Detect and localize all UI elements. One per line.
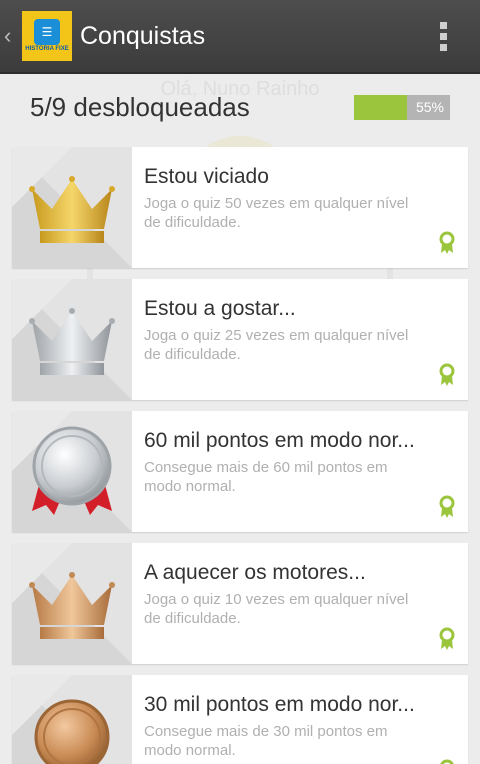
back-chevron-icon[interactable]: ‹ [4,25,22,47]
app-logo[interactable]: ☰ HISTÓRIA FIXE [22,11,72,61]
award-ribbon-icon [439,231,455,254]
bronze-crown-icon [29,572,115,639]
achievement-title: 60 mil pontos em modo nor... [144,429,415,452]
achievement-thumbnail [12,147,132,268]
achievement-thumbnail [12,279,132,400]
award-ribbon-icon [439,627,455,650]
silver-crown-icon [29,308,115,375]
list-item[interactable]: 30 mil pontos em modo nor... Consegue ma… [12,675,468,764]
achievement-thumbnail [12,675,132,764]
bronze-medal-icon [34,699,110,764]
award-ribbon-icon [439,495,455,518]
achievement-title: 30 mil pontos em modo nor... [144,693,415,716]
list-item[interactable]: 60 mil pontos em modo nor... Consegue ma… [12,411,468,532]
unlocked-summary: 5/9 desbloqueadas [30,92,250,122]
gold-crown-icon [29,176,115,243]
silver-medal-icon [32,426,112,515]
list-icon: ☰ [34,19,60,45]
progress-fill [354,95,407,120]
achievement-thumbnail [12,543,132,664]
achievement-description: Joga o quiz 10 vezes em qualquer nível d… [144,591,409,627]
list-item[interactable]: A aquecer os motores... Joga o quiz 10 v… [12,543,468,664]
list-item[interactable]: Estou viciado Joga o quiz 50 vezes em qu… [12,147,468,268]
progress-label: 55% [415,99,444,115]
achievement-title: A aquecer os motores... [144,561,366,584]
action-bar: ‹ ☰ HISTÓRIA FIXE Conquistas [0,0,480,74]
award-ribbon-icon [439,363,455,386]
achievement-description: Consegue mais de 60 mil pontos em modo n… [144,459,388,495]
achievement-description: Joga o quiz 50 vezes em qualquer nível d… [144,195,409,231]
achievement-title: Estou viciado [144,165,269,188]
achievement-thumbnail [12,411,132,532]
list-item[interactable]: Estou a gostar... Joga o quiz 25 vezes e… [12,279,468,400]
app-logo-text: HISTÓRIA FIXE [25,46,69,52]
overflow-menu-icon[interactable] [440,22,448,55]
achievement-description: Consegue mais de 30 mil pontos em modo n… [144,723,388,759]
progress-bar: 55% [354,95,450,120]
award-ribbon-icon [440,759,454,764]
achievement-description: Joga o quiz 25 vezes em qualquer nível d… [144,327,409,363]
achievement-title: Estou a gostar... [144,297,296,320]
page-title: Conquistas [80,21,206,50]
